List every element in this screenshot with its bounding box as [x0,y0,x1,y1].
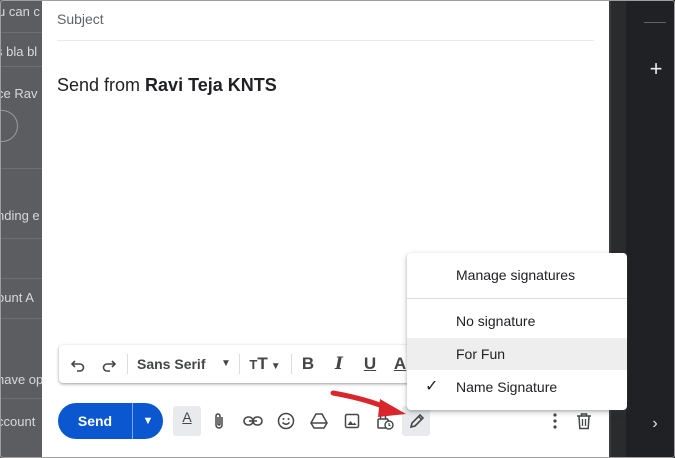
list-item: nding e [0,208,40,223]
menu-item-label: Name Signature [456,379,558,395]
background-mail-list: u can c s bla bl ce Rav nding e ount A h… [0,0,42,458]
text-size-icon[interactable]: TT ▼ [245,345,285,383]
menu-item-manage-signatures[interactable]: Manage signatures [407,259,627,291]
subject-divider [57,40,594,41]
body-prefix: Send from [57,75,146,95]
menu-item-label: Manage signatures [456,267,576,283]
plus-icon[interactable]: + [645,58,667,80]
list-item: s bla bl [0,44,38,59]
underline-icon[interactable]: U [359,345,381,383]
menu-divider [407,298,627,299]
emoji-icon[interactable] [272,407,300,435]
message-body[interactable]: Send from Ravi Teja KNTS [57,75,277,96]
link-icon[interactable] [239,407,267,435]
caret-down-icon: ▼ [221,358,231,369]
formatting-toolbar: Sans Serif ▼ TT ▼ B I U A [59,345,459,383]
list-item: have op [0,372,42,387]
formatting-options-button[interactable]: A [173,406,201,436]
font-selector[interactable]: Sans Serif ▼ [133,345,239,383]
list-item: ount A [0,290,34,305]
chevron-right-icon[interactable]: › [646,413,664,435]
more-options-icon[interactable] [541,407,569,435]
list-item: ccount [0,414,36,429]
redo-icon[interactable] [96,345,122,383]
attach-icon[interactable] [205,407,233,435]
background-chip [0,110,18,142]
subject-input[interactable]: Subject [57,11,104,27]
caret-down-icon: ▼ [142,415,154,427]
font-name: Sans Serif [137,356,206,372]
italic-icon[interactable]: I [328,345,350,383]
trash-icon[interactable] [570,407,598,435]
signature-menu: Manage signatures No signature For Fun ✓… [407,253,627,410]
menu-item-label: No signature [456,313,536,329]
menu-item-label: For Fun [456,346,506,362]
send-button[interactable]: Send [58,403,132,439]
menu-item-for-fun[interactable]: For Fun [407,338,627,370]
text-format-icon: A [182,409,192,425]
list-item: u can c [0,4,40,19]
check-icon: ✓ [425,378,439,395]
schedule-send-dropdown[interactable]: ▼ [133,403,163,439]
undo-icon[interactable] [65,345,91,383]
side-panel-divider [644,22,666,23]
menu-item-no-signature[interactable]: No signature [407,305,627,337]
drive-icon[interactable] [305,407,333,435]
body-name: Ravi Teja KNTS [145,75,277,95]
list-item: ce Rav [0,86,38,101]
menu-item-name-signature[interactable]: ✓ Name Signature [407,371,627,403]
annotation-arrow [330,390,406,417]
bold-icon[interactable]: B [297,345,319,383]
